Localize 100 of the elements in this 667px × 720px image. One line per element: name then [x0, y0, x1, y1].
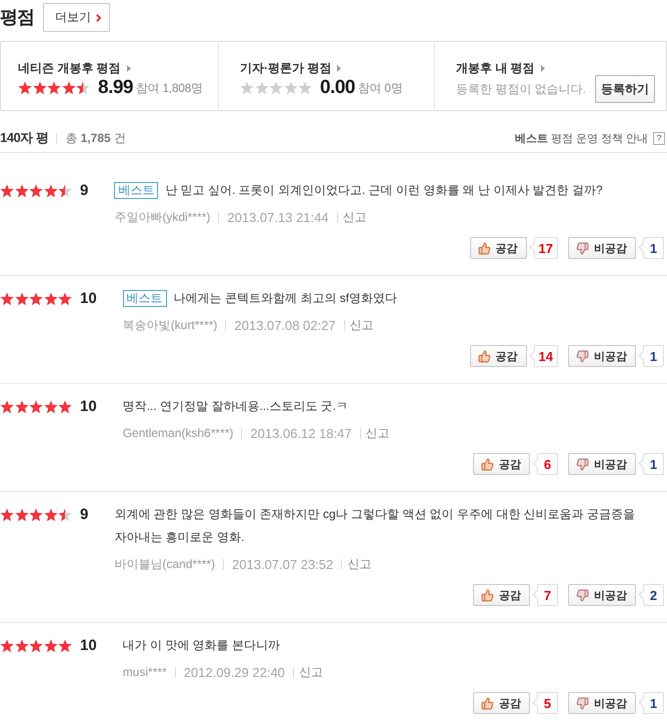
- caret-icon: [337, 64, 342, 72]
- review-text: 외계에 관한 많은 영화들이 존재하지만 cg나 그렇다할 액션 없이 우주에 대한 신비로움과 궁금증을 자아내는 흥미로운 영화.: [114, 506, 636, 546]
- review-text: 내가 이 맛에 영화를 본다니까: [122, 637, 282, 654]
- like-button[interactable]: 공감: [473, 584, 530, 606]
- half-star-icon: [58, 508, 72, 522]
- caret-icon: [540, 64, 545, 72]
- dislike-count: 1: [638, 237, 664, 259]
- like-count: 17: [528, 237, 558, 259]
- star-icon: [44, 400, 58, 414]
- review-score: 10: [80, 397, 97, 417]
- review-author: 바이블님(cand****): [114, 556, 216, 572]
- dislike-button[interactable]: 비공감: [568, 237, 636, 259]
- review-author: musi****: [122, 665, 167, 679]
- rating-score: 0.00: [320, 77, 355, 98]
- review-author: Gentleman(ksh6****): [122, 426, 234, 440]
- half-star-icon: [76, 80, 90, 94]
- star-icon: [0, 292, 14, 306]
- register-button[interactable]: 등록하기: [595, 75, 655, 103]
- review-date: 2013.06.12 18:47: [250, 426, 352, 440]
- thumbs-down-icon: [576, 458, 589, 470]
- star-icon: [44, 638, 58, 652]
- caret-icon: [126, 64, 131, 72]
- rating-title: 개봉후 내 평점: [456, 60, 535, 76]
- review-score: 9: [80, 505, 88, 525]
- participant-count: 참여 1,808명: [136, 80, 203, 96]
- thumbs-up-icon: [481, 458, 494, 470]
- like-button[interactable]: 공감: [470, 237, 527, 259]
- review-date: 2012.09.29 22:40: [184, 664, 285, 680]
- star-icon: [0, 400, 14, 414]
- review-score: 10: [80, 636, 97, 656]
- star-icon: [29, 400, 43, 414]
- star-icon: [14, 638, 28, 652]
- dislike-button[interactable]: 비공감: [568, 584, 636, 606]
- more-button[interactable]: 더보기: [43, 3, 110, 32]
- thumbs-up-icon: [481, 588, 494, 602]
- thumbs-down-icon: [576, 588, 589, 602]
- thumbs-down-icon: [576, 350, 589, 362]
- star-icon: [58, 292, 72, 306]
- dislike-button[interactable]: 비공감: [568, 453, 636, 475]
- list-title: 140자 평: [0, 129, 48, 147]
- review-date: 2013.07.07 23:52: [232, 556, 334, 572]
- policy-link[interactable]: 베스트 평점 운영 정책 안내: [514, 130, 648, 146]
- dislike-count: 1: [638, 345, 664, 367]
- star-icon: [14, 184, 28, 198]
- report-link[interactable]: 신고: [298, 664, 323, 680]
- star-icon: [29, 292, 43, 306]
- thumbs-up-icon: [481, 696, 494, 710]
- review-author: 복숭아빛(kurt****): [122, 316, 218, 334]
- review-text: 명작... 연기정말 잘하네용...스토리도 굿.ㅋ: [122, 398, 350, 415]
- dislike-button[interactable]: 비공감: [568, 345, 636, 367]
- report-link[interactable]: 신고: [350, 316, 374, 334]
- help-button[interactable]: ?: [653, 132, 665, 144]
- dislike-count: 1: [638, 692, 664, 714]
- review-text: 나에게는 콘텍트와함께 최고의 sf영화였다: [174, 290, 398, 307]
- star-icon: [47, 80, 61, 94]
- like-button[interactable]: 공감: [473, 692, 530, 714]
- like-count: 7: [532, 584, 558, 606]
- star-icon: [62, 80, 76, 94]
- half-star-icon: [58, 184, 72, 198]
- star-icon: [29, 508, 43, 522]
- star-icon: [18, 80, 32, 94]
- review-score: 9: [80, 181, 88, 201]
- thumbs-down-icon: [576, 242, 589, 254]
- rating-score: 8.99: [98, 77, 133, 98]
- best-badge: 베스트: [114, 182, 158, 199]
- chevron-icon: [96, 14, 101, 22]
- section-title: 평점: [0, 6, 34, 29]
- review-text: 난 믿고 싶어. 프롯이 외계인이었다고. 근데 이런 영화를 왜 난 이제사 발견한 걸까?: [165, 182, 604, 199]
- best-badge: 베스트: [122, 290, 167, 307]
- total-count: 총 1,785 건: [65, 130, 126, 146]
- like-button[interactable]: 공감: [470, 345, 527, 367]
- review-score: 10: [80, 289, 97, 309]
- report-link[interactable]: 신고: [366, 424, 390, 442]
- thumbs-down-icon: [576, 696, 589, 710]
- star-icon: [44, 184, 58, 198]
- empty-rating-message: 등록한 평점이 없습니다.: [456, 81, 586, 97]
- report-link[interactable]: 신고: [347, 556, 372, 572]
- dislike-count: 1: [638, 453, 664, 475]
- thumbs-up-icon: [478, 242, 491, 254]
- rating-title: 네티즌 개봉후 평점: [18, 60, 121, 76]
- report-link[interactable]: 신고: [342, 208, 367, 226]
- like-count: 14: [528, 345, 558, 367]
- dislike-button[interactable]: 비공감: [568, 692, 636, 714]
- like-button[interactable]: 공감: [473, 453, 530, 475]
- like-count: 6: [532, 453, 558, 475]
- star-icon: [14, 508, 28, 522]
- star-icon: [32, 80, 46, 94]
- star-icon: [0, 508, 14, 522]
- review-author: 주일아빠(ykdi****): [114, 208, 210, 226]
- star-icon: [0, 638, 14, 652]
- star-icon: [58, 400, 72, 414]
- star-icon: [29, 184, 43, 198]
- star-icon: [14, 400, 28, 414]
- like-count: 5: [532, 692, 558, 714]
- dislike-count: 2: [638, 584, 664, 606]
- star-icon: [44, 292, 58, 306]
- star-icon: [14, 292, 28, 306]
- star-icon: [0, 184, 14, 198]
- review-date: 2013.07.13 21:44: [227, 210, 329, 224]
- star-icon: [58, 638, 72, 652]
